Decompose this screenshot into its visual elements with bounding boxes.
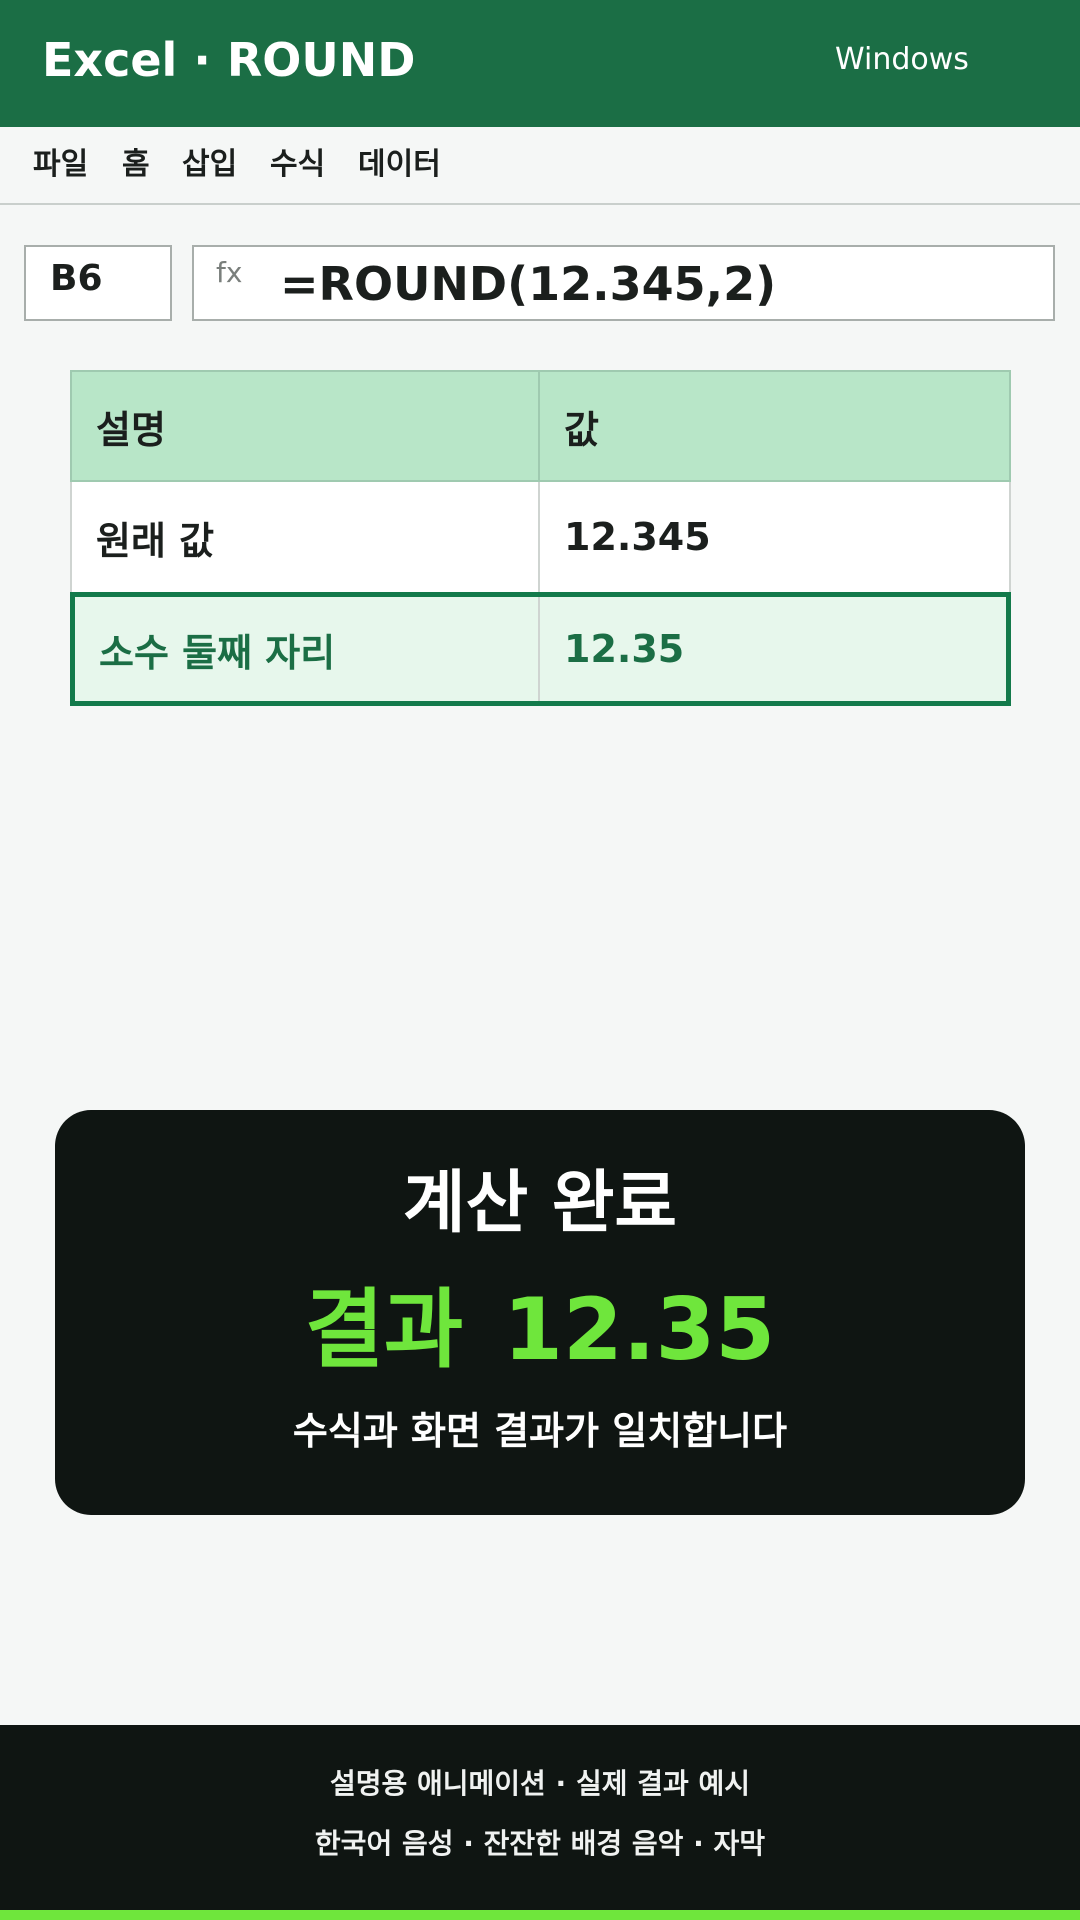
- caption-line-1: 설명용 애니메이션 · 실제 결과 예시: [329, 1767, 751, 1800]
- name-box[interactable]: B6: [24, 245, 172, 321]
- formula-bar[interactable]: fx =ROUND(12.345,2): [192, 245, 1055, 321]
- result-value: 12.35: [503, 1280, 776, 1380]
- menu-data[interactable]: 데이터: [358, 145, 441, 185]
- table-cell-active[interactable]: 12.35: [540, 597, 1006, 701]
- table-cell[interactable]: 12.345: [540, 482, 1011, 594]
- fx-icon: fx: [216, 256, 243, 289]
- menu-formulas[interactable]: 수식: [270, 145, 325, 185]
- table-cell[interactable]: 원래 값: [70, 482, 540, 594]
- progress-bar: [0, 1910, 1080, 1920]
- app-title: Excel · ROUND: [42, 33, 416, 87]
- result-display: 결과 12.35: [55, 1278, 1025, 1382]
- result-label: 결과: [304, 1280, 464, 1380]
- table-cell[interactable]: 소수 둘째 자리: [75, 597, 540, 701]
- title-bar: Excel · ROUND Windows: [0, 0, 1080, 127]
- caption-footer: 설명용 애니메이션 · 실제 결과 예시 한국어 음성 · 잔잔한 배경 음악 …: [0, 1725, 1080, 1920]
- card-title: 계산 완료: [403, 1164, 677, 1243]
- menu-home[interactable]: 홈: [122, 145, 150, 185]
- result-card: 계산 완료 결과 12.35 수식과 화면 결과가 일치합니다: [55, 1110, 1025, 1515]
- menu-insert[interactable]: 삽입: [182, 145, 237, 185]
- formula-text[interactable]: =ROUND(12.345,2): [280, 255, 776, 313]
- table-header-row: 설명 값: [70, 370, 1011, 482]
- table-row-selected: 소수 둘째 자리 12.35: [70, 592, 1011, 706]
- ribbon-menu: 파일 홈 삽입 수식 데이터: [0, 127, 1080, 205]
- caption-line-2: 한국어 음성 · 잔잔한 배경 음악 · 자막: [314, 1827, 766, 1860]
- menu-file[interactable]: 파일: [33, 145, 88, 185]
- header-cell-value[interactable]: 값: [540, 370, 1011, 482]
- table-row: 원래 값 12.345: [70, 482, 1011, 594]
- os-label: Windows: [835, 42, 969, 77]
- header-cell-description[interactable]: 설명: [70, 370, 540, 482]
- card-note: 수식과 화면 결과가 일치합니다: [292, 1409, 788, 1453]
- sheet-table: 설명 값 원래 값 12.345 소수 둘째 자리 12.35: [70, 370, 1011, 706]
- progress-fill: [0, 1910, 1080, 1920]
